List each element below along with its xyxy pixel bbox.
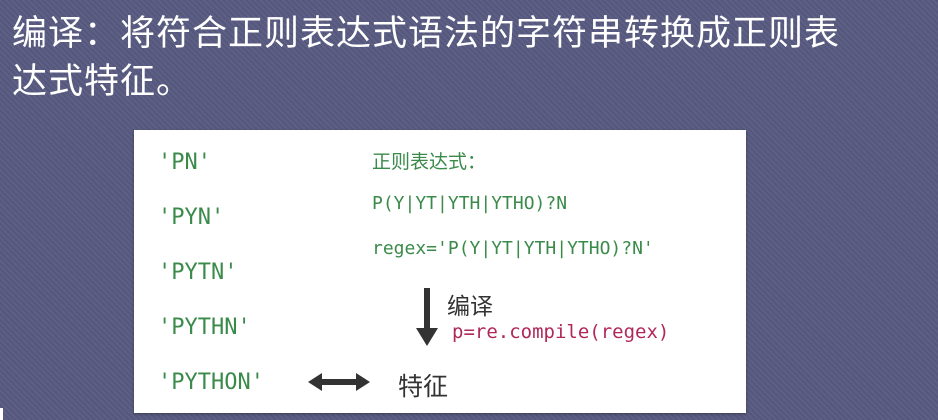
example-panel: 'PN' 'PYN' 'PYTN' 'PYTHN' 'PYTHON' 正则表达式… xyxy=(134,130,746,413)
feature-label: 特征 xyxy=(398,372,449,401)
title-line-2: 达式特征。 xyxy=(12,62,193,102)
arrow-down-icon xyxy=(416,288,438,346)
pattern-item: 'PYTHON' xyxy=(158,370,264,395)
pattern-item: 'PN' xyxy=(158,150,211,175)
regex-assignment: regex='P(Y|YT|YTH|YTHO)?N' xyxy=(372,238,654,259)
title-line-1: 编译：将符合正则表达式语法的字符串转换成正则表 xyxy=(12,14,841,54)
edge-mark xyxy=(0,408,3,420)
compile-label: 编译 xyxy=(447,294,493,320)
regex-label: 正则表达式： xyxy=(372,151,487,173)
pattern-item: 'PYTHN' xyxy=(158,315,251,340)
regex-expression: P(Y|YT|YTH|YTHO)?N xyxy=(372,193,568,214)
slide-title: 编译：将符合正则表达式语法的字符串转换成正则表 达式特征。 xyxy=(12,10,912,106)
pattern-item: 'PYN' xyxy=(158,205,225,230)
compile-code: p=re.compile(regex) xyxy=(452,321,670,343)
pattern-item: 'PYTN' xyxy=(158,260,238,285)
double-arrow-icon xyxy=(308,373,370,391)
